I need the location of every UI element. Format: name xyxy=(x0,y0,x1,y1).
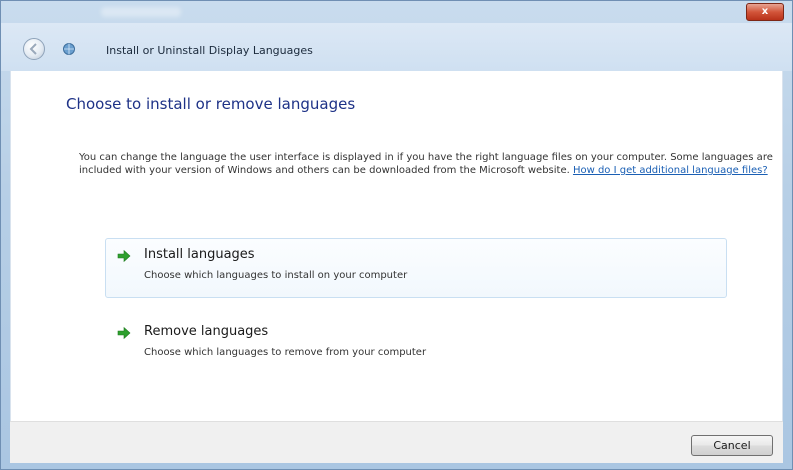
install-languages-subtitle: Choose which languages to install on you… xyxy=(144,270,408,281)
green-arrow-icon xyxy=(117,326,131,340)
remove-languages-subtitle: Choose which languages to remove from yo… xyxy=(144,347,427,358)
cancel-button[interactable]: Cancel xyxy=(691,435,773,456)
page-title: Choose to install or remove languages xyxy=(66,95,356,113)
globe-icon xyxy=(63,43,75,55)
title-bar[interactable]: x xyxy=(1,1,792,23)
remove-languages-title: Remove languages xyxy=(144,324,269,339)
description: You can change the language the user int… xyxy=(79,151,779,177)
additional-language-files-link[interactable]: How do I get additional language files? xyxy=(573,165,768,176)
window-title: Install or Uninstall Display Languages xyxy=(106,44,313,57)
back-arrow-icon xyxy=(29,43,37,55)
install-languages-option[interactable]: Install languages Choose which languages… xyxy=(105,238,727,298)
install-languages-title: Install languages xyxy=(144,247,255,262)
navigation-bar: Install or Uninstall Display Languages xyxy=(1,23,792,71)
title-bar-blurred-text xyxy=(101,7,181,17)
main-content: Choose to install or remove languages Yo… xyxy=(10,71,783,421)
language-icon xyxy=(62,41,76,55)
back-button[interactable] xyxy=(23,38,45,60)
green-arrow-icon xyxy=(117,249,131,263)
remove-languages-option[interactable]: Remove languages Choose which languages … xyxy=(105,315,727,375)
footer-bar: Cancel xyxy=(10,421,783,463)
dialog-window: x Install or Uninstall Display Languages… xyxy=(0,0,793,470)
close-button[interactable]: x xyxy=(746,3,784,21)
